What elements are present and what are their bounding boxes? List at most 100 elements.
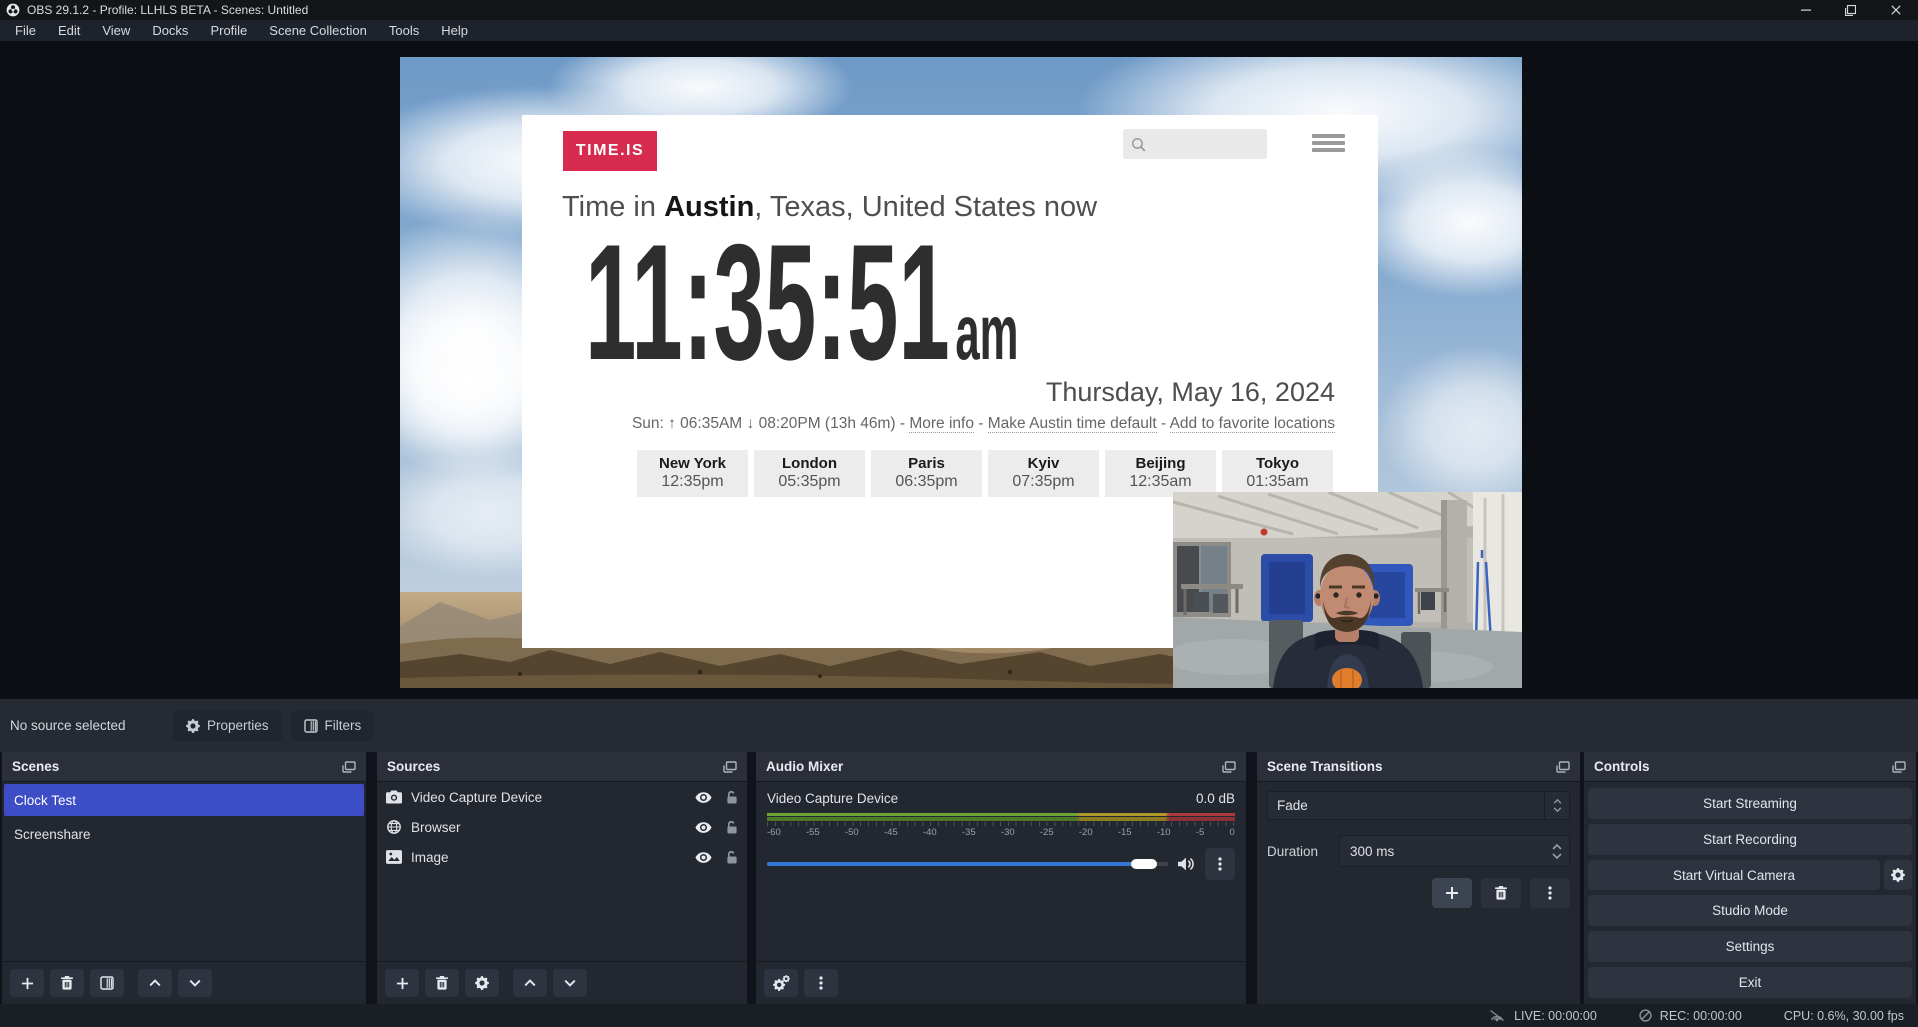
- cpu-fps-text: CPU: 0.6%, 30.00 fps: [1784, 1009, 1904, 1023]
- menu-item[interactable]: View: [91, 23, 141, 38]
- sun-info-part: Sun: ↑ 06:35AM ↓ 08:20PM (13h 46m) -: [632, 415, 909, 432]
- meter-scale: -60-55-50-45-40-35-30-25-20-15-10-50: [767, 827, 1235, 838]
- menu-item[interactable]: Docks: [141, 23, 199, 38]
- city-time: 05:35pm: [754, 473, 865, 491]
- menu-item[interactable]: Edit: [47, 23, 91, 38]
- lock-icon[interactable]: [726, 820, 738, 834]
- control-button[interactable]: Start Virtual Camera: [1588, 860, 1880, 891]
- city-card: London 05:35pm: [754, 450, 865, 497]
- sources-panel-title: Sources: [387, 759, 440, 774]
- volume-slider[interactable]: [767, 858, 1168, 870]
- move-scene-up-button[interactable]: [138, 969, 172, 997]
- dots-icon: [1218, 857, 1222, 871]
- select-chevrons[interactable]: [1544, 792, 1569, 819]
- city-time: 12:35am: [1105, 473, 1216, 491]
- control-row: Exit: [1588, 967, 1912, 998]
- menu-item[interactable]: Tools: [378, 23, 430, 38]
- control-button[interactable]: Settings: [1588, 931, 1912, 962]
- gear-icon: [475, 976, 489, 990]
- source-row[interactable]: Image: [377, 842, 747, 872]
- audio-mixer-popout-button[interactable]: [1222, 761, 1236, 773]
- remove-scene-button[interactable]: [50, 969, 84, 997]
- filter-icon: [304, 719, 318, 733]
- lock-icon[interactable]: [726, 850, 738, 864]
- minimize-button[interactable]: [1783, 0, 1828, 20]
- preview-area: TIME.IS Time in Austin, Texas, United St…: [0, 41, 1918, 699]
- city-name: Tokyo: [1222, 455, 1333, 472]
- transition-menu-button[interactable]: [1530, 878, 1570, 908]
- city-name: Paris: [871, 455, 982, 472]
- volume-slider-handle[interactable]: [1131, 859, 1157, 869]
- scene-item[interactable]: Clock Test: [4, 784, 364, 816]
- scale-tick: -30: [1001, 827, 1015, 838]
- control-button[interactable]: Studio Mode: [1588, 895, 1912, 926]
- source-label: Video Capture Device: [411, 790, 686, 805]
- lock-icon[interactable]: [726, 790, 738, 804]
- duration-spinner[interactable]: 300 ms: [1339, 835, 1570, 867]
- city-card: New York 12:35pm: [637, 450, 748, 497]
- chevron-down-icon: [1553, 807, 1562, 812]
- scene-filters-button[interactable]: [90, 969, 124, 997]
- control-button[interactable]: Exit: [1588, 967, 1912, 998]
- add-scene-button[interactable]: [10, 969, 44, 997]
- source-status-text: No source selected: [10, 718, 173, 733]
- transition-select[interactable]: Fade: [1267, 791, 1570, 820]
- source-properties-button[interactable]: [465, 969, 499, 997]
- sources-popout-button[interactable]: [723, 761, 737, 773]
- scale-tick: -35: [962, 827, 976, 838]
- menu-item[interactable]: Profile: [199, 23, 258, 38]
- window-controls: [1783, 0, 1918, 20]
- control-row: Studio Mode: [1588, 895, 1912, 926]
- controls-popout-button[interactable]: [1892, 761, 1906, 773]
- source-row[interactable]: Video Capture Device: [377, 782, 747, 812]
- remove-transition-button[interactable]: [1481, 878, 1521, 908]
- menu-item[interactable]: Help: [430, 23, 479, 38]
- menu-item[interactable]: Scene Collection: [258, 23, 378, 38]
- move-scene-down-button[interactable]: [178, 969, 212, 997]
- control-button[interactable]: Start Streaming: [1588, 788, 1912, 819]
- source-row[interactable]: Browser: [377, 812, 747, 842]
- virtual-camera-settings-button[interactable]: [1884, 860, 1912, 891]
- scenes-popout-button[interactable]: [342, 761, 356, 773]
- city-name: Kyiv: [988, 455, 1099, 472]
- add-transition-button[interactable]: [1432, 878, 1472, 908]
- title-bar: OBS 29.1.2 - Profile: LLHLS BETA - Scene…: [0, 0, 1918, 20]
- transitions-popout-button[interactable]: [1556, 761, 1570, 773]
- menu-item[interactable]: File: [4, 23, 47, 38]
- scene-item[interactable]: Screenshare: [4, 818, 364, 850]
- visibility-eye-icon[interactable]: [695, 822, 712, 833]
- properties-label: Properties: [207, 718, 269, 733]
- properties-button[interactable]: Properties: [173, 711, 282, 741]
- visibility-eye-icon[interactable]: [695, 792, 712, 803]
- speaker-icon[interactable]: [1178, 857, 1195, 871]
- audio-mixer-menu-button[interactable]: [804, 969, 838, 997]
- control-button[interactable]: Start Recording: [1588, 824, 1912, 855]
- plus-icon: [396, 977, 409, 990]
- trash-icon: [436, 976, 448, 990]
- mixer-channel-menu-button[interactable]: [1205, 848, 1235, 880]
- move-source-down-button[interactable]: [553, 969, 587, 997]
- filters-button[interactable]: Filters: [291, 711, 375, 741]
- timeis-search-input: [1123, 129, 1267, 159]
- globe-icon: [386, 820, 402, 834]
- add-source-button[interactable]: [385, 969, 419, 997]
- scale-tick: -55: [806, 827, 820, 838]
- advanced-audio-button[interactable]: [764, 969, 798, 997]
- chevron-up-icon: [1552, 844, 1562, 850]
- status-bar: LIVE: 00:00:00 REC: 00:00:00 CPU: 0.6%, …: [0, 1004, 1918, 1027]
- city-name: New York: [637, 455, 748, 472]
- maximize-button[interactable]: [1828, 0, 1873, 20]
- sun-info-part: More info: [909, 415, 974, 433]
- preview-canvas[interactable]: TIME.IS Time in Austin, Texas, United St…: [400, 57, 1522, 688]
- trash-icon: [1495, 886, 1507, 900]
- scale-tick: -40: [923, 827, 937, 838]
- close-button[interactable]: [1873, 0, 1918, 20]
- current-date: Thursday, May 16, 2024: [632, 377, 1335, 408]
- remove-source-button[interactable]: [425, 969, 459, 997]
- visibility-eye-icon[interactable]: [695, 852, 712, 863]
- chevron-down-icon: [564, 979, 576, 987]
- move-source-up-button[interactable]: [513, 969, 547, 997]
- rec-status: REC: 00:00:00: [1639, 1009, 1742, 1023]
- spinner-chevrons[interactable]: [1545, 836, 1569, 866]
- city-card: Paris 06:35pm: [871, 450, 982, 497]
